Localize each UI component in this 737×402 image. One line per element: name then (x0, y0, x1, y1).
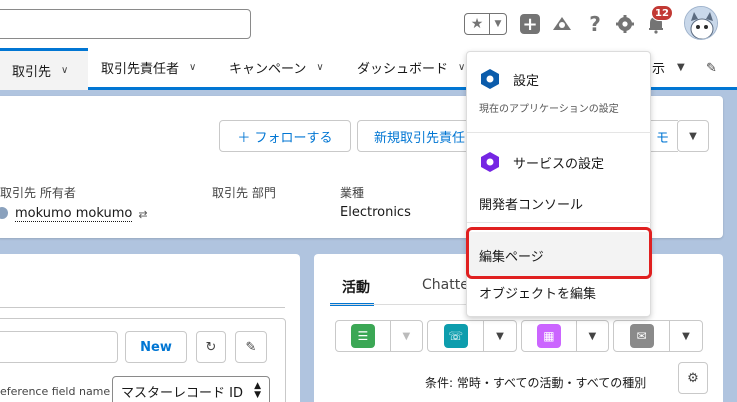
divider (0, 307, 285, 308)
menu-item-service-setup[interactable]: サービスの設定 (479, 151, 604, 173)
new-task-button[interactable]: ☰ ▼ (335, 320, 423, 352)
star-icon[interactable]: ★ (465, 14, 490, 34)
setup-gear-icon[interactable] (614, 13, 636, 35)
new-contact-button[interactable]: 新規取引先責任 (357, 120, 477, 152)
chevron-down-icon[interactable]: ∨ (61, 65, 68, 76)
nav-item-accounts[interactable]: 取引先 ∨ (0, 48, 88, 90)
help-icon[interactable]: ? (584, 12, 606, 36)
menu-item-label: サービスの設定 (513, 156, 605, 172)
phone-icon: ☏ (443, 324, 468, 348)
more-actions-dropdown-icon[interactable]: ▼ (677, 120, 709, 152)
menu-item-developer-console[interactable]: 開発者コンソール (479, 194, 583, 213)
search-input[interactable] (0, 9, 251, 39)
new-button[interactable]: New (125, 331, 187, 363)
email-button[interactable]: ✉ ▼ (613, 320, 703, 352)
reference-field-label: eference field name (0, 385, 111, 398)
nav-item-label: キャンペーン (229, 62, 307, 77)
email-icon: ✉ (629, 324, 654, 348)
select-arrows-icon: ▲ ▼ (254, 381, 261, 400)
trailhead-icon[interactable] (551, 13, 573, 35)
global-header: ★ ▼ + ? 12 (0, 0, 737, 48)
service-setup-hex-icon (479, 151, 501, 173)
follow-button[interactable]: ＋ フォローする (219, 120, 351, 152)
nav-item-label: ダッシュボード (357, 62, 449, 77)
setup-hex-icon (479, 68, 501, 90)
menu-item-settings[interactable]: 設定 (479, 68, 539, 90)
nav-item-contacts[interactable]: 取引先責任者 ∨ (101, 48, 196, 87)
tab-divider (330, 304, 466, 305)
chevron-down-icon[interactable]: ∨ (189, 62, 196, 73)
nav-item-label: 取引先 (12, 65, 52, 80)
select-value: マスターレコード ID (121, 386, 243, 401)
nav-item-dashboards[interactable]: ダッシュボード ∨ (357, 48, 465, 87)
nav-item-label: 取引先責任者 (101, 62, 180, 77)
menu-item-subtext: 現在のアプリケーションの設定 (479, 104, 619, 115)
chevron-down-icon[interactable]: ∨ (316, 62, 323, 73)
chevron-down-icon[interactable]: ∨ (458, 62, 465, 73)
chevron-down-icon[interactable]: ▼ (670, 321, 702, 351)
owner-value[interactable]: mokumo mokumo (15, 206, 133, 222)
chevron-down-icon[interactable]: ▼ (490, 14, 506, 34)
favorites-button[interactable]: ★ ▼ (464, 13, 507, 35)
text-input[interactable] (0, 331, 118, 363)
owner-field[interactable]: mokumo mokumo ⇄ (0, 206, 148, 222)
new-event-button[interactable]: ▦ ▼ (521, 320, 609, 352)
industry-label: 業種 (340, 186, 365, 200)
user-icon (0, 207, 8, 219)
tab-chatter[interactable]: Chatte (422, 277, 469, 293)
nav-item-label: 示 (652, 62, 666, 77)
highlight-annotation-box (466, 227, 652, 279)
tab-activity[interactable]: 活動 (330, 277, 374, 306)
filter-settings-gear-icon[interactable]: ⚙ (678, 362, 708, 394)
chevron-down-icon[interactable]: ▼ (577, 321, 608, 351)
notification-badge: 12 (651, 5, 673, 21)
reference-field-select[interactable]: マスターレコード ID ▲ ▼ (112, 376, 270, 402)
nav-item-more[interactable]: 示 ▼ (652, 48, 685, 87)
refresh-icon[interactable]: ↻ (196, 331, 226, 363)
calendar-icon: ▦ (536, 324, 561, 348)
menu-item-edit-object[interactable]: オブジェクトを編集 (479, 283, 596, 302)
change-owner-icon[interactable]: ⇄ (138, 208, 147, 221)
chevron-down-icon[interactable]: ▼ (484, 321, 516, 351)
activity-filter-text: 条件: 常時・すべての活動・すべての種別 (425, 376, 647, 390)
owner-label: 取引先 所有者 (0, 186, 76, 200)
task-icon: ☰ (350, 324, 375, 348)
menu-item-label: 設定 (513, 73, 540, 89)
edit-nav-pencil-icon[interactable]: ✎ (706, 61, 717, 76)
menu-divider (467, 222, 652, 223)
industry-value: Electronics (340, 205, 411, 220)
global-actions-plus-icon[interactable]: + (520, 14, 540, 35)
nav-item-campaigns[interactable]: キャンペーン ∨ (229, 48, 324, 87)
chevron-down-icon[interactable]: ▼ (391, 321, 422, 351)
user-avatar[interactable] (684, 6, 718, 40)
department-label: 取引先 部門 (212, 186, 276, 200)
log-call-button[interactable]: ☏ ▼ (427, 320, 517, 352)
edit-pencil-icon[interactable]: ✎ (235, 331, 267, 363)
more-dropdown-icon[interactable]: ▼ (677, 62, 685, 73)
menu-divider (467, 132, 652, 133)
